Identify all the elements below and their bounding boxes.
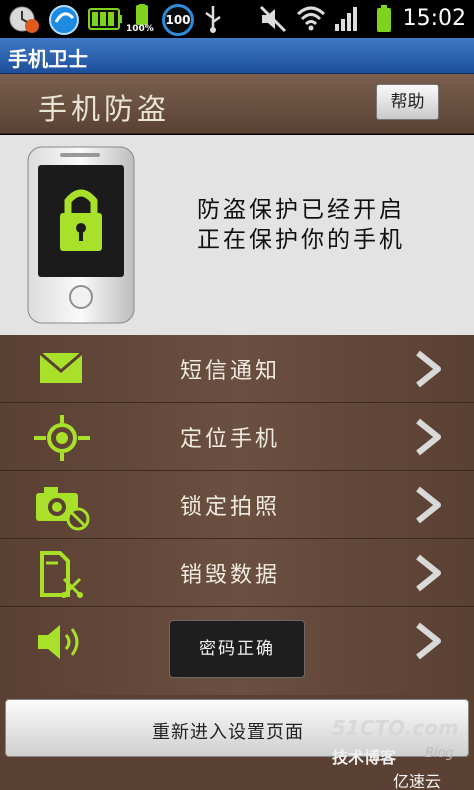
watermark-site: 51CTO.com (332, 716, 459, 740)
speaker-icon (38, 625, 79, 659)
chevron-right-icon (416, 554, 441, 592)
mute-icon (259, 5, 287, 33)
file-shred-icon (40, 551, 83, 598)
menu-item-label: 销毁数据 (180, 563, 281, 588)
locked-phone-icon (27, 146, 135, 324)
password-correct-toast: 密码正确 (169, 620, 305, 678)
battery-status-icon (88, 8, 122, 30)
menu-item-label: 定位手机 (180, 427, 281, 452)
menu-item-lock-photo[interactable]: 锁定拍照 (0, 471, 474, 539)
app-title: 手机卫士 (8, 47, 88, 71)
chevron-right-icon (416, 350, 441, 388)
watermark-blog-en: Blog (425, 746, 454, 761)
protection-status-line-2: 正在保护你的手机 (197, 227, 405, 253)
percent-battery-icon (136, 4, 148, 25)
menu-item-sms-notify[interactable]: 短信通知 (0, 335, 474, 403)
watermark-blog: 技术博客 (332, 748, 397, 767)
watermark-brand: 亿速云 (393, 772, 442, 790)
app-title-bar: 手机卫士 (0, 38, 474, 74)
page-title: 手机防盗 (38, 92, 171, 126)
chevron-right-icon (416, 622, 441, 660)
chevron-right-icon (416, 486, 441, 524)
clock-badge-icon (9, 6, 39, 33)
battery-percent-label: 100% (126, 24, 154, 34)
reenter-setup-label: 重新进入设置页面 (152, 722, 304, 743)
menu-item-locate-phone[interactable]: 定位手机 (0, 403, 474, 471)
battery-icon (377, 5, 391, 32)
clock-time: 15:02 (402, 6, 466, 31)
menu-item-label: 锁定拍照 (180, 495, 281, 520)
browser-icon (49, 5, 79, 35)
menu-item-destroy-data[interactable]: 销毁数据 (0, 539, 474, 607)
ring-counter-label: 100 (165, 13, 191, 27)
usb-icon (205, 6, 221, 33)
chevron-right-icon (416, 418, 441, 456)
menu-item-label: 短信通知 (180, 359, 281, 384)
protection-status-line-1: 防盗保护已经开启 (197, 197, 405, 223)
ring-counter-icon: 100 (162, 4, 194, 36)
location-target-icon (34, 415, 90, 461)
protection-status-panel: 防盗保护已经开启 正在保护你的手机 (0, 135, 474, 335)
camera-lock-icon (36, 487, 90, 531)
status-bar: 100% 100 15:02 (0, 0, 474, 38)
envelope-icon (39, 351, 83, 383)
wifi-icon (296, 6, 326, 31)
help-button[interactable]: 帮助 (376, 84, 439, 120)
signal-icon (335, 7, 357, 31)
protection-status-text: 防盗保护已经开启 正在保护你的手机 (197, 195, 405, 255)
